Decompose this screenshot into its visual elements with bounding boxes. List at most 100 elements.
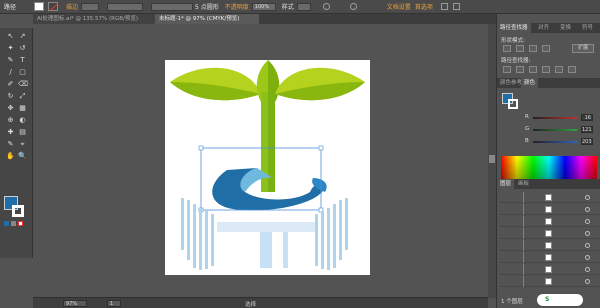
layer-row[interactable] [499,264,599,275]
color-channel-slider[interactable] [533,141,577,143]
tab-color[interactable]: 颜色 [521,78,539,88]
layer-row[interactable] [499,216,599,227]
tool-button[interactable]: / [6,68,15,77]
tool-button[interactable]: 🔍 [18,152,27,161]
tab-label: AI处理图标.ai* @ 135.57% (RGB/预览) [37,16,138,22]
selection-type-label: 路径 [4,4,17,11]
brush-dropdown[interactable] [151,2,194,11]
stroke-swatch[interactable] [48,2,59,11]
layers-count-label: 1 个图层 [501,299,523,305]
color-channel-label: G [525,126,530,132]
menu-icon[interactable] [452,3,460,10]
watermark-badge: S [537,294,583,306]
tool-button[interactable]: ▤ [18,128,27,137]
control-bar: 路径 描边 5 点圆形 不透明度 100% 样式 文档设置 首选项 [0,0,600,14]
stroke-color-swatch[interactable] [12,205,24,217]
color-channel-label: R [525,114,529,120]
tab-transform[interactable]: 变换 [557,23,574,33]
stroke-label[interactable]: 描边 [66,2,78,11]
style-dropdown[interactable] [296,2,311,11]
tool-button[interactable]: ✐ [6,80,15,89]
recolor-icon[interactable] [322,3,330,10]
layer-row[interactable] [499,192,599,203]
tool-button[interactable]: T [18,56,27,65]
zoom-field[interactable]: 97% [63,300,87,307]
intersect-button[interactable] [529,45,537,52]
variable-width-dropdown[interactable] [107,2,144,11]
stroke-weight-field[interactable] [81,2,100,11]
tool-button[interactable]: ✥ [6,104,15,113]
shape-modes-label: 形状模式: [501,38,525,44]
layer-row[interactable] [499,240,599,251]
outline-button[interactable] [555,66,563,73]
color-channel-value[interactable]: 203 [581,138,593,145]
tool-button[interactable]: ▦ [18,104,27,113]
tab-document-1[interactable]: AI处理图标.ai* @ 135.57% (RGB/预览) [33,14,155,24]
scrollbar-thumb[interactable] [489,155,495,163]
exclude-button[interactable] [542,45,550,52]
tool-button[interactable]: ⌫ [18,80,28,89]
tool-button[interactable]: ⊕ [6,116,15,125]
color-channel-label: B [525,138,529,144]
tool-button[interactable]: ✋ [6,152,15,161]
layer-row[interactable] [499,252,599,263]
color-stroke-swatch[interactable] [508,99,518,109]
tool-button[interactable]: ▢ [18,68,27,77]
tab-align[interactable]: 对齐 [535,23,552,33]
document-setup-button[interactable]: 文档设置 [387,2,411,11]
tool-button[interactable]: ✎ [6,56,15,65]
document-tabs: AI处理图标.ai* @ 135.57% (RGB/预览) 未标题-1* @ 9… [33,14,496,24]
align-icon[interactable] [349,3,357,10]
color-channel-value[interactable]: 121 [581,126,593,133]
tool-button[interactable]: ↗ [18,32,27,41]
artboard[interactable] [165,60,370,275]
tool-button[interactable]: ✚ [6,128,15,137]
tool-button[interactable]: ↖ [6,32,15,41]
gradient-mode-icon[interactable] [11,221,16,226]
pathfinder-panel-tabs: 路径查找器 对齐 变换 符号 [497,23,600,33]
color-channel-slider[interactable] [533,117,577,119]
merge-button[interactable] [529,66,537,73]
unite-button[interactable] [503,45,511,52]
artboard-number-field[interactable]: 1 [107,300,121,307]
current-tool-label: 选择 [245,302,257,308]
arrange-icon[interactable] [440,3,448,10]
brush-profile-label: 5 点圆形 [195,4,219,11]
minus-back-button[interactable] [568,66,576,73]
tool-button[interactable]: ✎ [6,140,15,149]
tab-document-2[interactable]: 未标题-1* @ 97% (CMYK/预览) [155,14,259,24]
color-panel-tabs: 颜色参考 颜色 [497,78,600,88]
tab-artboards[interactable]: 画板 [515,179,532,189]
tool-button[interactable]: ⌖ [18,140,27,149]
none-mode-icon[interactable] [18,221,23,226]
tool-button[interactable]: ✦ [6,44,15,53]
color-channel-value[interactable]: 16 [581,114,593,121]
tab-pathfinder[interactable]: 路径查找器 [497,23,531,33]
trim-button[interactable] [516,66,524,73]
tab-layers[interactable]: 图层 [497,179,515,189]
style-label: 样式 [281,4,294,11]
tool-button[interactable]: ↻ [6,92,15,101]
layer-row[interactable] [499,228,599,239]
sprout-logo-artwork[interactable] [165,60,370,275]
layer-row[interactable] [499,204,599,215]
crop-button[interactable] [542,66,550,73]
minus-front-button[interactable] [516,45,524,52]
color-mode-icon[interactable] [4,221,9,226]
layers-panel-tabs: 图层 画板 [497,179,600,189]
tool-button[interactable]: ⤢ [18,92,27,101]
divide-button[interactable] [503,66,511,73]
preferences-button[interactable]: 首选项 [415,2,433,11]
opacity-field[interactable]: 100% [251,2,276,11]
tool-button[interactable]: ↺ [18,44,27,53]
expand-button[interactable]: 扩展 [572,44,594,53]
pathfinders-label: 路径查找器: [501,58,531,64]
tab-symbols[interactable]: 符号 [579,23,596,33]
tools-panel: ↖ ↗ ✦ ↺ ✎ T / ▢ ✐ ⌫ ↻ ⤢ ✥ ▦ ⊕ ◐ ✚ ▤ ✎ ⌖ ✋ 🔍 [0,28,33,258]
fill-swatch[interactable] [34,2,45,11]
layer-row[interactable] [499,276,599,287]
tool-button[interactable]: ◐ [18,116,27,125]
status-bar: 97% 1 选择 [33,297,488,308]
opacity-label[interactable]: 不透明度 [225,2,249,11]
color-channel-slider[interactable] [533,129,577,131]
